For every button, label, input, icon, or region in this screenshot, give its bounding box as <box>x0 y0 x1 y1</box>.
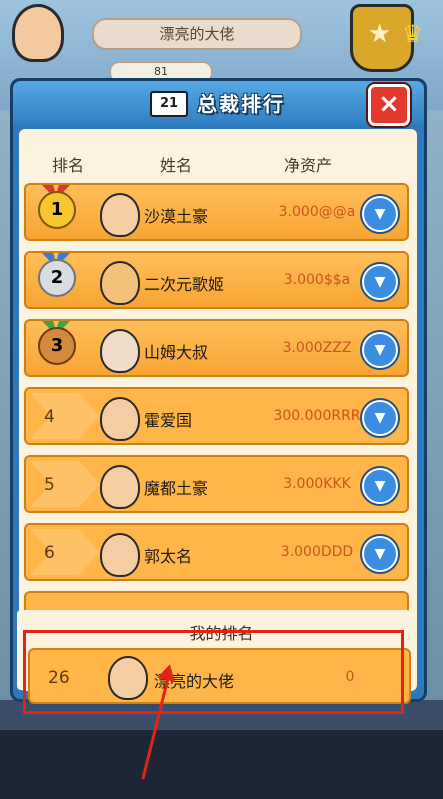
chevron-down-icon[interactable]: ▼ <box>362 332 398 368</box>
header-name: 姓名 <box>160 156 193 175</box>
net-worth: 3.000@@a <box>278 204 356 220</box>
chevron-down-icon[interactable]: ▼ <box>362 264 398 300</box>
rank-number: 4 <box>44 407 55 427</box>
avatar <box>100 397 140 441</box>
chevron-decoration <box>30 529 100 575</box>
net-worth: 3.000$$a <box>283 272 351 288</box>
bronze-medal-icon: 3 <box>38 327 76 365</box>
modal-title: 总裁排行 <box>197 92 285 116</box>
player-name-pill: 漂亮的大佬 <box>92 18 302 50</box>
chevron-down-icon[interactable]: ▼ <box>362 400 398 436</box>
leaderboard-row[interactable]: 2 二次元歌姬 3.000$$a ▼ <box>24 251 409 309</box>
avatar <box>100 261 140 305</box>
star-icon: ★ <box>368 19 392 49</box>
player-avatar[interactable] <box>12 4 64 62</box>
avatar <box>100 465 140 509</box>
avatar <box>100 533 140 577</box>
player-name: 魔都土豪 <box>144 479 209 498</box>
leaderboard-row[interactable]: 6 郭太名 3.000DDD ▼ <box>24 523 409 581</box>
player-name: 山姆大叔 <box>144 343 209 362</box>
player-name: 二次元歌姬 <box>144 275 225 294</box>
modal-header: 21 总裁排行 × <box>13 81 424 126</box>
leaderboard-row[interactable]: 1 沙漠土豪 3.000@@a ▼ <box>24 183 409 241</box>
avatar <box>100 193 140 237</box>
silver-medal-icon: 2 <box>38 259 76 297</box>
net-worth: 3.000DDD <box>280 544 354 560</box>
leaderboard-row[interactable]: 4 霍爱国 300.000RRR ▼ <box>24 387 409 445</box>
player-name: 郭太名 <box>144 547 193 566</box>
avatar <box>100 329 140 373</box>
close-button[interactable]: × <box>368 84 410 126</box>
header-rank: 排名 <box>52 156 85 175</box>
player-name: 霍爱国 <box>144 411 193 430</box>
leaderboard-row[interactable]: 5 魔都土豪 3.000KKK ▼ <box>24 455 409 513</box>
rank-number: 6 <box>44 543 55 563</box>
chevron-decoration <box>30 461 100 507</box>
gold-medal-icon: 1 <box>38 191 76 229</box>
chevron-down-icon[interactable]: ▼ <box>362 536 398 572</box>
podium-icon: 21 <box>150 91 188 117</box>
leaderboard-row-partial[interactable] <box>24 591 409 611</box>
crown-icon: ♛ <box>402 20 424 48</box>
highlight-box <box>23 630 404 714</box>
net-worth: 3.000ZZZ <box>282 340 352 356</box>
chevron-down-icon[interactable]: ▼ <box>362 468 398 504</box>
leaderboard-row[interactable]: 3 山姆大叔 3.000ZZZ ▼ <box>24 319 409 377</box>
player-name: 沙漠土豪 <box>144 207 209 226</box>
rank-number: 5 <box>44 475 55 495</box>
header-net-worth: 净资产 <box>284 156 333 175</box>
net-worth: 3.000KKK <box>283 476 351 492</box>
chevron-down-icon[interactable]: ▼ <box>362 196 398 232</box>
chevron-decoration <box>30 393 100 439</box>
net-worth: 300.000RRR <box>273 408 361 424</box>
